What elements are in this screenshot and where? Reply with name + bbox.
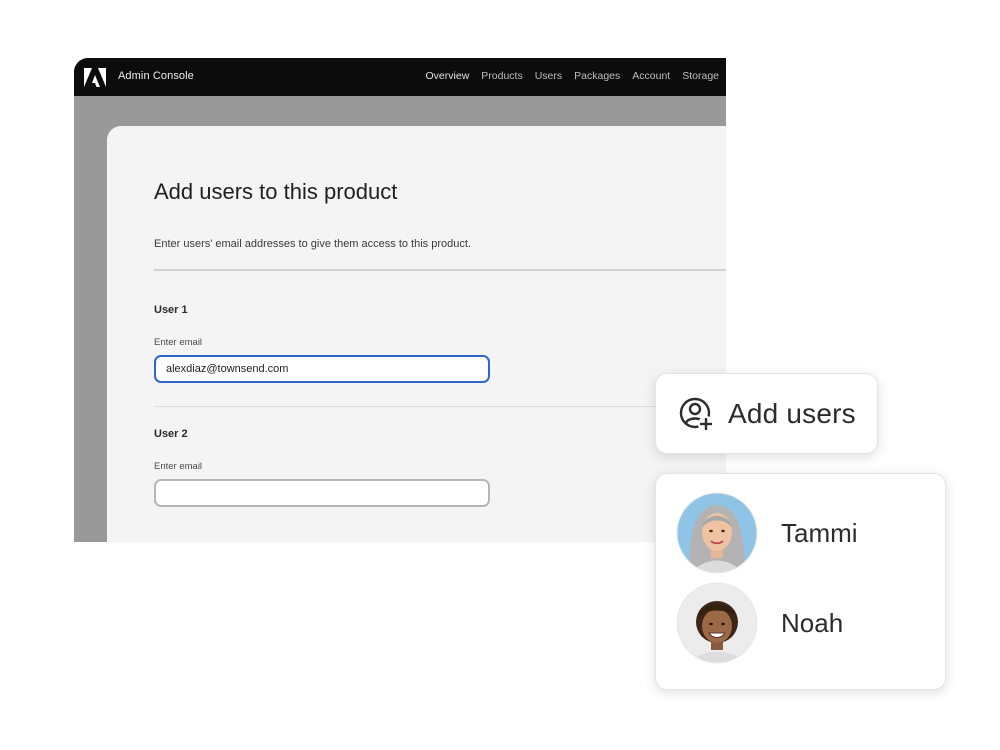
add-user-icon bbox=[679, 397, 714, 432]
nav-packages[interactable]: Packages bbox=[574, 70, 620, 82]
app-title: Admin Console bbox=[118, 70, 194, 82]
list-item[interactable]: Noah bbox=[676, 582, 926, 664]
user-2-heading: User 2 bbox=[154, 428, 188, 440]
avatar bbox=[676, 492, 758, 574]
top-bar: Admin Console Overview Products Users Pa… bbox=[74, 58, 726, 96]
add-users-button[interactable]: Add users bbox=[655, 373, 878, 454]
user-2-email-label: Enter email bbox=[154, 461, 203, 472]
add-users-dialog: Add users to this product Enter users' e… bbox=[107, 126, 726, 542]
user-2-email-input[interactable] bbox=[154, 479, 490, 507]
list-item[interactable]: Tammi bbox=[676, 492, 926, 574]
nav-users[interactable]: Users bbox=[535, 70, 562, 82]
nav-storage[interactable]: Storage bbox=[682, 70, 719, 82]
nav-overview[interactable]: Overview bbox=[426, 70, 470, 82]
divider bbox=[154, 269, 726, 271]
avatar bbox=[676, 582, 758, 664]
nav-account[interactable]: Account bbox=[632, 70, 670, 82]
person-name: Tammi bbox=[781, 518, 858, 548]
nav-products[interactable]: Products bbox=[481, 70, 522, 82]
adobe-logo-icon[interactable] bbox=[84, 68, 106, 87]
add-users-label: Add users bbox=[728, 398, 856, 429]
top-nav: Overview Products Users Packages Account… bbox=[426, 70, 719, 82]
people-list: Tammi Noah bbox=[655, 473, 946, 690]
dialog-description: Enter users' email addresses to give the… bbox=[154, 238, 471, 250]
admin-console-window: Admin Console Overview Products Users Pa… bbox=[74, 58, 726, 542]
divider bbox=[154, 406, 726, 407]
dialog-title: Add users to this product bbox=[154, 179, 398, 204]
user-1-email-input[interactable] bbox=[154, 355, 490, 383]
user-1-email-label: Enter email bbox=[154, 337, 203, 348]
user-1-heading: User 1 bbox=[154, 304, 188, 316]
person-name: Noah bbox=[781, 608, 844, 638]
